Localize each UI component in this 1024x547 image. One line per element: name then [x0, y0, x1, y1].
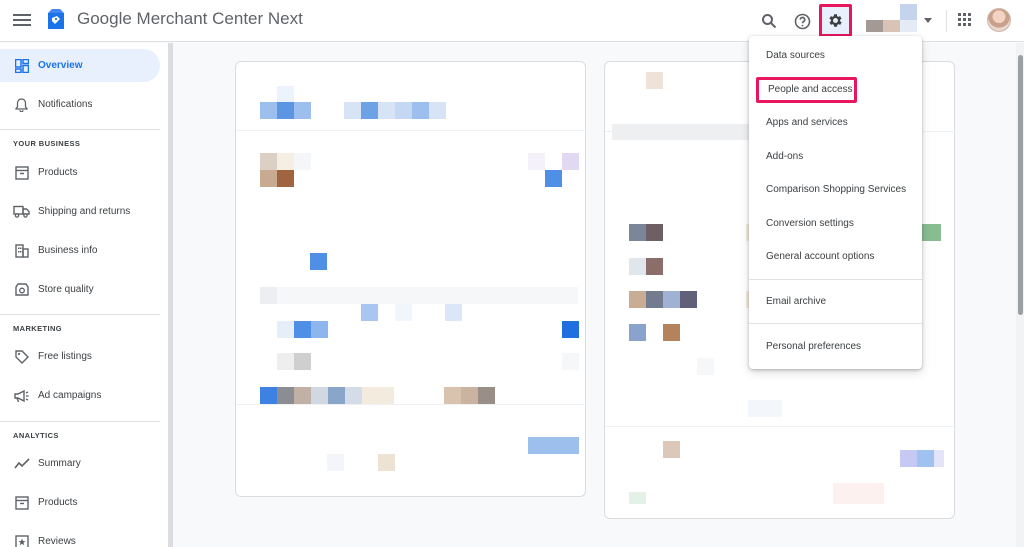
menu-icon[interactable] [13, 12, 31, 28]
sidebar-divider [0, 129, 160, 130]
section-label-analytics: ANALYTICS [13, 431, 59, 440]
badge-icon [13, 281, 30, 298]
sidebar-item-label: Shipping and returns [38, 206, 131, 217]
sidebar-item-label: Summary [38, 458, 81, 469]
sidebar-scrollbar[interactable] [168, 43, 173, 547]
sidebar-item-label: Reviews [38, 536, 76, 547]
scrollbar-thumb[interactable] [1018, 55, 1023, 315]
menu-item-apps-and-services[interactable]: Apps and services [749, 110, 922, 136]
box-icon [13, 494, 30, 511]
bell-icon [13, 96, 30, 113]
menu-item-personal-preferences[interactable]: Personal preferences [749, 334, 922, 360]
apps-grid-icon[interactable] [958, 13, 972, 27]
sidebar-item-notifications[interactable]: Notifications [0, 88, 160, 121]
sidebar-item-label: Ad campaigns [38, 390, 102, 401]
menu-divider [749, 323, 922, 324]
settings-menu: Data sources People and access Apps and … [749, 36, 922, 369]
menu-item-conversion-settings[interactable]: Conversion settings [749, 211, 922, 237]
sidebar-item-free-listings[interactable]: Free listings [0, 340, 160, 373]
sidebar-divider [0, 314, 160, 315]
page-scrollbar[interactable] [1016, 43, 1024, 547]
menu-item-email-archive[interactable]: Email archive [749, 289, 922, 315]
settings-gear-button[interactable] [819, 4, 852, 37]
sidebar: Overview Notifications YOUR BUSINESS Pro… [0, 43, 168, 547]
sidebar-item-reviews[interactable]: Reviews [0, 525, 160, 547]
menu-item-data-sources[interactable]: Data sources [749, 43, 922, 69]
trend-icon [13, 455, 30, 472]
star-icon [13, 533, 30, 547]
page-title: Google Merchant Center Next [77, 9, 303, 28]
section-label-your-business: YOUR BUSINESS [13, 139, 81, 148]
sidebar-divider [0, 421, 160, 422]
truck-icon [13, 203, 30, 220]
sidebar-item-shipping[interactable]: Shipping and returns [0, 195, 160, 228]
menu-item-people-and-access[interactable]: People and access [756, 77, 857, 103]
sidebar-item-products[interactable]: Products [0, 156, 160, 189]
overview-card-left [235, 61, 587, 497]
sidebar-item-ad-campaigns[interactable]: Ad campaigns [0, 379, 160, 412]
chevron-down-icon[interactable] [924, 18, 932, 23]
sidebar-item-label: Products [38, 167, 78, 178]
megaphone-icon [13, 387, 30, 404]
sidebar-item-analytics-products[interactable]: Products [0, 486, 160, 519]
menu-divider [749, 279, 922, 280]
search-icon[interactable] [757, 9, 781, 33]
merchant-center-logo [48, 9, 64, 29]
sidebar-item-label: Business info [38, 245, 98, 256]
sidebar-item-label: Free listings [38, 351, 92, 362]
sidebar-item-label: Store quality [38, 284, 94, 295]
sidebar-item-label: Notifications [38, 99, 93, 110]
sidebar-item-overview[interactable]: Overview [0, 49, 160, 82]
avatar[interactable] [987, 8, 1011, 32]
help-icon[interactable] [790, 9, 814, 33]
section-label-marketing: MARKETING [13, 324, 63, 333]
sidebar-item-label: Overview [38, 60, 83, 71]
sidebar-item-business-info[interactable]: Business info [0, 234, 160, 267]
menu-item-add-ons[interactable]: Add-ons [749, 144, 922, 170]
sidebar-item-summary[interactable]: Summary [0, 447, 160, 480]
header-divider [946, 10, 947, 32]
menu-item-comparison-shopping-services[interactable]: Comparison Shopping Services [749, 177, 922, 203]
account-switcher[interactable] [866, 4, 918, 34]
building-icon [13, 242, 30, 259]
box-icon [13, 164, 30, 181]
dashboard-icon [13, 57, 30, 74]
menu-item-general-account-options[interactable]: General account options [749, 244, 922, 270]
sidebar-item-store-quality[interactable]: Store quality [0, 273, 160, 306]
tag-icon [13, 348, 30, 365]
sidebar-item-label: Products [38, 497, 78, 508]
gear-icon [829, 14, 842, 27]
